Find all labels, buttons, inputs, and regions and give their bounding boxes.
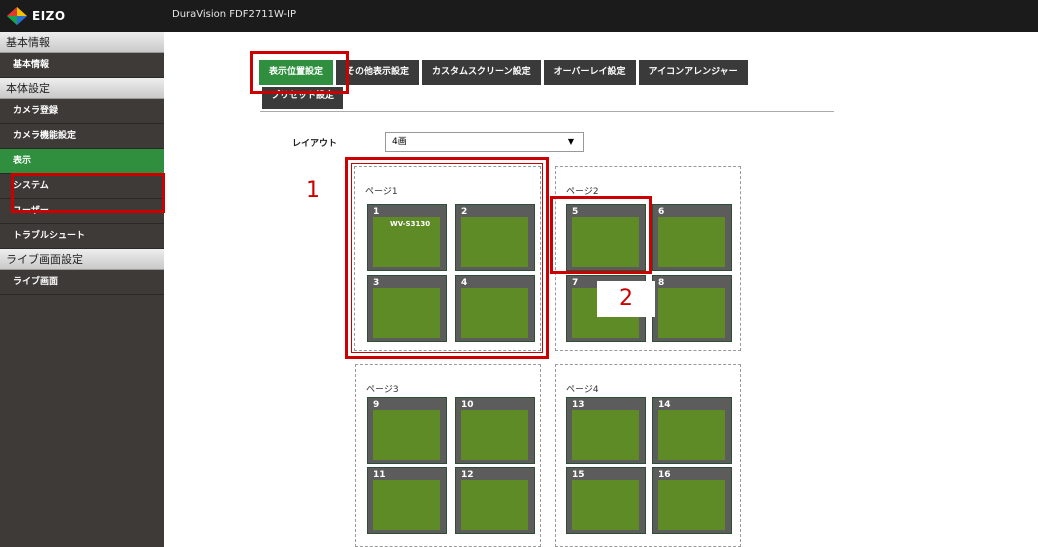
display-cell-16[interactable]: 16 [652, 467, 732, 534]
tab-divider [260, 111, 834, 112]
page-title: ページ3 [366, 385, 399, 395]
sidebar-section-basic: 基本情報 [0, 32, 164, 53]
layout-select[interactable]: 4画 ▼ [385, 132, 584, 152]
sidebar-section-live: ライブ画面設定 [0, 249, 164, 270]
callout-1: 1 [284, 173, 342, 209]
display-cell-13[interactable]: 13 [566, 397, 646, 464]
layout-select-value: 4画 [392, 137, 407, 147]
tab-icon-arranger[interactable]: アイコンアレンジャー [638, 60, 748, 85]
logo-text: EIZO [32, 9, 66, 23]
cell-number: 15 [572, 470, 585, 480]
sidebar-section-unit: 本体設定 [0, 78, 164, 99]
cell-number: 14 [658, 400, 671, 410]
page-panel-3: ページ3 9 10 11 12 [355, 364, 541, 547]
top-bar: EIZO DuraVision FDF2711W-IP [0, 0, 1038, 32]
page-panel-4: ページ4 13 14 15 16 [555, 364, 741, 547]
cell-number: 6 [658, 207, 665, 217]
cell-number: 10 [461, 400, 474, 410]
cell-number: 13 [572, 400, 585, 410]
layout-label: レイアウト [292, 139, 338, 149]
display-cell-15[interactable]: 15 [566, 467, 646, 534]
eizo-logo-icon [6, 6, 28, 26]
cell-number: 8 [658, 278, 665, 288]
cell-number: 12 [461, 470, 474, 480]
highlight-box-tab [250, 51, 349, 94]
display-cell-10[interactable]: 10 [455, 397, 535, 464]
callout-2: 2 [597, 281, 655, 317]
page-title: ページ4 [566, 385, 599, 395]
sidebar-item-display[interactable]: 表示 [0, 149, 164, 174]
display-cell-8[interactable]: 8 [652, 275, 732, 342]
cell-number: 16 [658, 470, 671, 480]
cell-number: 11 [373, 470, 386, 480]
sidebar-item-camera-function[interactable]: カメラ機能設定 [0, 124, 164, 149]
sidebar-item-basic-info[interactable]: 基本情報 [0, 53, 164, 78]
sidebar-item-camera-register[interactable]: カメラ登録 [0, 99, 164, 124]
sidebar-item-troubleshoot[interactable]: トラブルシュート [0, 224, 164, 249]
tab-overlay[interactable]: オーバーレイ設定 [543, 60, 636, 85]
display-cell-12[interactable]: 12 [455, 467, 535, 534]
highlight-inner-page1 [351, 163, 543, 353]
tab-custom-screen[interactable]: カスタムスクリーン設定 [422, 60, 541, 85]
display-cell-11[interactable]: 11 [367, 467, 447, 534]
display-cell-9[interactable]: 9 [367, 397, 447, 464]
sidebar: 基本情報 基本情報 本体設定 カメラ登録 カメラ機能設定 表示 システム ユーザ… [0, 32, 164, 547]
display-cell-14[interactable]: 14 [652, 397, 732, 464]
display-cell-6[interactable]: 6 [652, 204, 732, 271]
product-name: DuraVision FDF2711W-IP [172, 9, 297, 20]
cell-number: 9 [373, 400, 380, 410]
dropdown-arrow-icon: ▼ [567, 137, 574, 146]
eizo-logo: EIZO [6, 6, 126, 26]
cell-number: 7 [572, 278, 579, 288]
highlight-box-display [11, 173, 165, 213]
sidebar-item-live-screen[interactable]: ライブ画面 [0, 270, 164, 295]
highlight-box-cell5 [550, 196, 652, 274]
